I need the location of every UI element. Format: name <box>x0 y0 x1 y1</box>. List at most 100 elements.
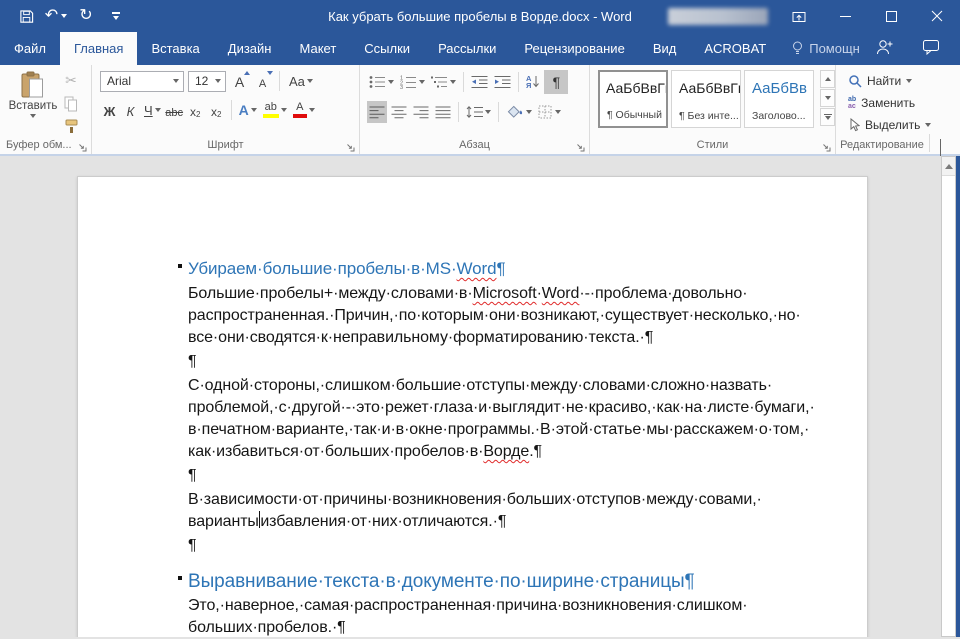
strikethrough-button[interactable]: abc <box>165 99 184 121</box>
format-painter-button[interactable] <box>62 118 80 135</box>
document-content[interactable]: Убираем·большие·пробелы·в·MS·Word¶Больши… <box>78 177 867 637</box>
text-effects-label: A <box>239 102 249 118</box>
decrease-indent-button[interactable] <box>469 71 490 93</box>
grow-font-button[interactable]: A <box>230 70 249 92</box>
line-spacing-dropdown-icon <box>485 110 491 114</box>
undo-button[interactable]: ↶ <box>42 0 70 32</box>
font-color-button[interactable]: А <box>291 99 317 121</box>
tab-home[interactable]: Главная <box>60 32 137 65</box>
separator <box>279 71 280 91</box>
minimize-button[interactable] <box>822 0 868 32</box>
paragraph-dialog-launcher[interactable] <box>575 139 586 150</box>
font-size-dropdown-icon <box>215 79 221 83</box>
doc-text: Большие·пробелы+·между·словами·в· <box>188 285 473 302</box>
paragraph-group-label: Абзац <box>360 139 589 151</box>
collapse-ribbon-button[interactable] <box>940 140 950 148</box>
sort-button[interactable]: А Я <box>524 71 542 93</box>
styles-scroll-up-button[interactable] <box>820 70 835 88</box>
doc-paragraph[interactable]: ¶ <box>188 535 853 557</box>
subscript-button[interactable]: x2 <box>186 99 205 121</box>
increase-indent-button[interactable] <box>492 71 513 93</box>
separator <box>463 72 464 92</box>
select-label: Выделить <box>865 118 920 132</box>
text-effects-button[interactable]: A <box>237 99 259 121</box>
tab-review[interactable]: Рецензирование <box>510 32 638 65</box>
underline-button[interactable]: Ч <box>142 99 163 121</box>
doc-paragraph[interactable]: В·зависимости·от·причины·возникновения·б… <box>188 489 853 533</box>
bullets-button[interactable] <box>367 71 396 93</box>
tab-acrobat[interactable]: ACROBAT <box>690 32 780 65</box>
font-dialog-launcher[interactable] <box>345 139 356 150</box>
highlight-button[interactable]: ab <box>261 99 289 121</box>
styles-gallery-more-button[interactable] <box>820 108 835 126</box>
shrink-font-button[interactable]: A <box>253 70 272 92</box>
doc-paragraph[interactable]: Большие·пробелы+·между·словами·в·Microso… <box>188 283 853 349</box>
doc-text: С·одной·стороны,·слишком·большие·отступы… <box>188 377 772 394</box>
clipboard-dialog-launcher[interactable] <box>77 139 88 150</box>
scroll-up-button[interactable] <box>942 157 955 176</box>
close-button[interactable] <box>914 0 960 32</box>
highlight-color-bar <box>263 114 279 118</box>
maximize-button[interactable] <box>868 0 914 32</box>
justify-button[interactable] <box>433 101 453 123</box>
tab-layout[interactable]: Макет <box>285 32 350 65</box>
find-button[interactable]: Найти <box>848 72 960 89</box>
doc-heading[interactable]: Убираем·большие·пробелы·в·MS·Word¶ <box>188 257 853 281</box>
font-name-combo[interactable]: Arial <box>100 71 184 92</box>
undo-dropdown-icon <box>61 14 67 18</box>
replace-button[interactable]: ab ac Заменить <box>848 94 960 111</box>
styles-dialog-launcher[interactable] <box>821 139 832 150</box>
italic-button[interactable]: К <box>121 99 140 121</box>
show-formatting-marks-button[interactable]: ¶ <box>544 70 568 94</box>
multilevel-list-button[interactable] <box>429 71 458 93</box>
shading-button[interactable] <box>504 101 534 123</box>
tab-view[interactable]: Вид <box>639 32 691 65</box>
bold-button[interactable]: Ж <box>100 99 119 121</box>
ribbon-display-options-button[interactable] <box>776 0 822 32</box>
copy-button[interactable] <box>62 95 80 112</box>
save-button[interactable] <box>12 0 40 32</box>
dialog-launcher-icon <box>821 142 831 152</box>
align-center-button[interactable] <box>389 101 409 123</box>
cut-button[interactable]: ✂ <box>62 72 80 89</box>
tell-me-box[interactable]: Помощн <box>792 32 860 65</box>
tab-file[interactable]: Файл <box>0 32 60 65</box>
styles-scroll-down-button[interactable] <box>820 89 835 107</box>
numbering-button[interactable]: 123 <box>398 71 427 93</box>
doc-paragraph[interactable]: С·одной·стороны,·слишком·большие·отступы… <box>188 375 853 463</box>
text-effects-dropdown-icon <box>251 108 257 112</box>
vertical-scrollbar[interactable] <box>941 156 956 637</box>
tab-design[interactable]: Дизайн <box>214 32 286 65</box>
font-size-combo[interactable]: 12 <box>188 71 226 92</box>
bullets-dropdown-icon <box>388 80 394 84</box>
doc-paragraph[interactable]: Это,·наверное,·самая·распространенная·пр… <box>188 595 853 637</box>
doc-paragraph[interactable]: ¶ <box>188 351 853 373</box>
superscript-button[interactable]: x2 <box>207 99 226 121</box>
change-case-button[interactable]: Aa <box>287 70 315 92</box>
doc-text: как·избавиться·от·больших·пробелов·в· <box>188 443 483 460</box>
customize-qat-button[interactable] <box>102 0 130 32</box>
tab-mailings[interactable]: Рассылки <box>424 32 510 65</box>
style-card-heading[interactable]: АаБбВв Заголово... <box>744 70 814 128</box>
borders-button[interactable] <box>536 101 563 123</box>
style-square-bullet-icon <box>178 576 182 580</box>
paste-button[interactable]: Вставить <box>8 71 58 137</box>
doc-paragraph[interactable]: ¶ <box>188 465 853 487</box>
speech-bubble-icon <box>922 39 940 55</box>
feedback-button[interactable] <box>922 39 940 58</box>
sign-in-button[interactable] <box>875 39 894 59</box>
doc-line: распространенная.·Причин,·по·которым·они… <box>188 305 853 327</box>
select-button[interactable]: Выделить <box>848 116 960 133</box>
subscript-small: 2 <box>196 110 200 119</box>
tab-insert[interactable]: Вставка <box>137 32 213 65</box>
align-right-button[interactable] <box>411 101 431 123</box>
redo-button[interactable]: ↻ <box>72 0 100 32</box>
doc-heading[interactable]: Выравнивание·текста·в·документе·по·ширин… <box>188 569 853 595</box>
style-card-normal[interactable]: АаБбВвГг, ¶ Обычный <box>598 70 668 128</box>
document-page[interactable]: Убираем·большие·пробелы·в·MS·Word¶Больши… <box>77 176 868 637</box>
align-left-button[interactable] <box>367 101 387 123</box>
line-spacing-button[interactable] <box>464 101 493 123</box>
tab-references[interactable]: Ссылки <box>350 32 424 65</box>
close-icon <box>931 10 943 22</box>
style-card-no-spacing[interactable]: АаБбВвГг, ¶ Без инте... <box>671 70 741 128</box>
